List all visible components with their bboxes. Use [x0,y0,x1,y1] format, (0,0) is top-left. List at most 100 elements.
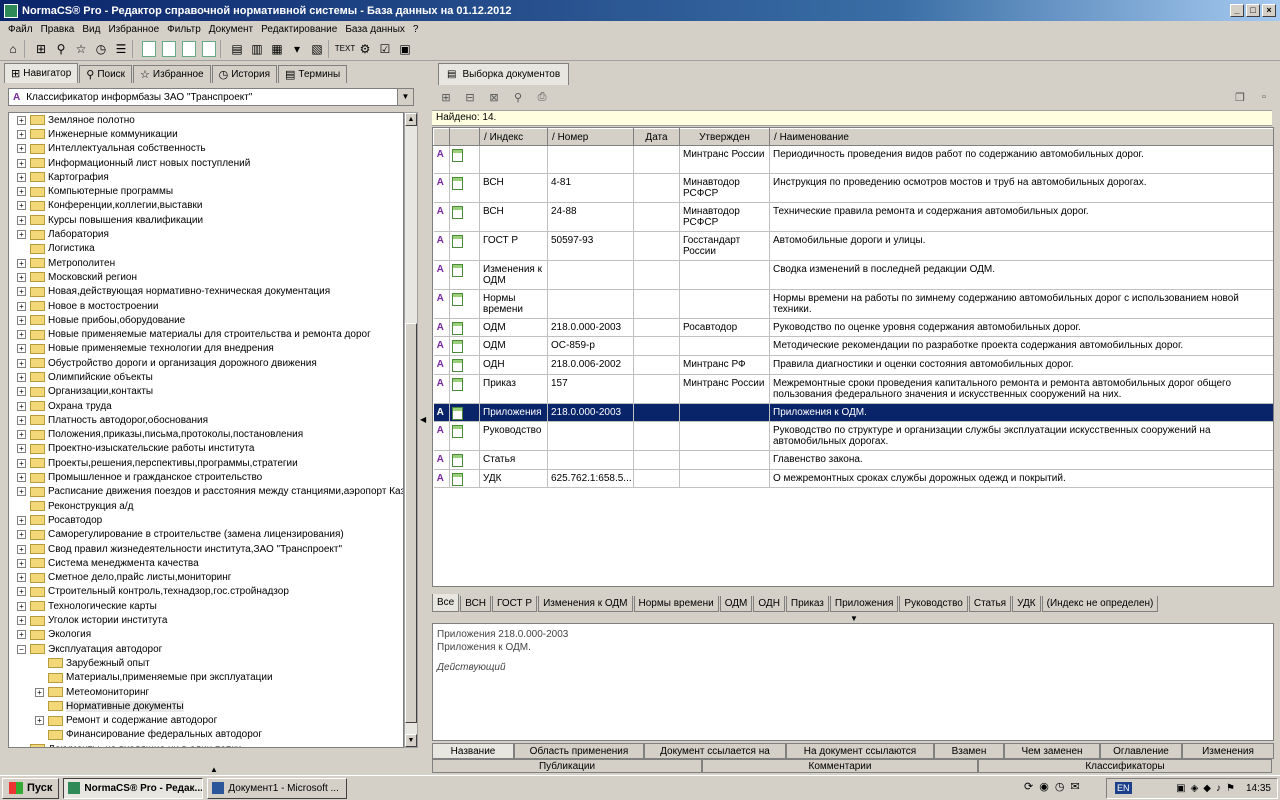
minimize-button[interactable]: _ [1230,4,1244,17]
collapse-up-icon[interactable]: ▲ [210,765,218,774]
tree-item[interactable]: + Строительный контроль,технадзор,гос.стр… [9,585,403,599]
expand-icon[interactable]: + [17,129,26,139]
filter-tab[interactable]: (Индекс не определен) [1041,596,1159,612]
expand-icon[interactable]: + [17,330,26,340]
tree-item[interactable]: + Технологические карты [9,599,403,613]
expand-icon[interactable]: + [17,344,26,354]
tree-item[interactable]: + Картография [9,170,403,184]
tree-item[interactable]: + Инженерные коммуникации [9,127,403,141]
menu-favorites[interactable]: Избранное [104,24,163,35]
expand-icon[interactable]: + [17,358,26,368]
tree-scrollbar[interactable]: ▲ ▼ [404,112,418,748]
column-header-date[interactable]: Дата [633,128,680,146]
collapse-left-icon[interactable]: ◀ [420,415,426,424]
refresh-icon[interactable]: ⟳ [1024,780,1033,793]
tree-item[interactable]: + Новые применяемые материалы для строите… [9,327,403,341]
column-header-type[interactable] [433,128,450,146]
tree-item[interactable]: + Новые прибоы,оборудование [9,313,403,327]
tree-item[interactable]: Зарубежный опыт [9,656,403,670]
tree-item[interactable]: + Новые применяемые технологии для внедре… [9,342,403,356]
expand-icon[interactable]: + [17,287,26,297]
expand-icon[interactable]: + [17,115,26,125]
expand-icon[interactable]: + [17,630,26,640]
expand-icon[interactable]: + [17,473,26,483]
tree-item[interactable]: + Метрополитен [9,256,403,270]
pages-icon[interactable]: ▥ [248,40,266,58]
print-icon[interactable]: ⎙ [534,91,550,105]
tree-item[interactable]: + Саморегулирование в строительстве (заме… [9,528,403,542]
expand-icon[interactable]: + [17,172,26,182]
filter-tab[interactable]: Приложения [829,596,899,612]
tree-item[interactable]: + Промышленное и гражданское строительств… [9,470,403,484]
expand-icon[interactable]: + [17,487,26,497]
tree-item[interactable]: + Информационный лист новых поступлений [9,156,403,170]
page-icon[interactable]: ▤ [228,40,246,58]
tray-app-icon[interactable]: ▣ [1176,783,1185,794]
tree-item[interactable]: + Земляное полотно [9,113,403,127]
tree-item[interactable]: + Олимпийские объекты [9,370,403,384]
home-icon[interactable]: ⌂ [4,40,22,58]
expand-icon[interactable]: + [17,458,26,468]
table-row[interactable]: A Приказ 157 Минтранс России Межремонтные ср… [433,374,1273,404]
tree-item[interactable]: Нормативные документы [9,699,403,713]
column-header-icon[interactable] [449,128,480,146]
column-header-number[interactable]: / Номер [547,128,634,146]
filter-tab[interactable]: Изменения к ОДМ [538,596,633,612]
expand-icon[interactable]: + [17,558,26,568]
menu-database[interactable]: База данных [341,24,409,35]
table-row[interactable]: A Изменения к ОДМ Сводка изменений в после… [433,260,1273,290]
window-restore-icon[interactable]: ❐ [1232,91,1248,105]
grid-icon[interactable]: ▣ [396,40,414,58]
chevron-down-icon[interactable]: ▼ [397,89,413,105]
expand-icon[interactable]: + [17,601,26,611]
expand-icon[interactable]: + [17,401,26,411]
tree-item[interactable]: Финансирование федеральных автодорог [9,728,403,742]
expand-icon[interactable]: + [17,315,26,325]
close-button[interactable]: × [1262,4,1276,17]
filter-tab[interactable]: ГОСТ Р [492,596,538,612]
tab-history[interactable]: ◷ История [211,65,277,83]
browser-icon[interactable]: ◉ [1039,780,1049,793]
tree-item[interactable]: + Интеллектуальная собственность [9,142,403,156]
start-button[interactable]: Пуск [2,777,60,799]
tree-item[interactable]: + Уголок истории института [9,613,403,627]
expand-icon[interactable]: + [17,258,26,268]
detail-tab[interactable]: Оглавление [1100,743,1182,759]
expand-icon[interactable]: + [17,415,26,425]
tab-document-selection[interactable]: ▤ Выборка документов [438,63,570,85]
zoom-icon[interactable]: ⚲ [510,91,526,105]
filter-tab[interactable]: Руководство [899,596,968,612]
tree-item[interactable]: + Экология [9,628,403,642]
clock-icon[interactable]: ◷ [92,40,110,58]
expand-icon[interactable]: + [35,687,44,697]
expand-icon[interactable]: + [35,716,44,726]
chevron-down-icon[interactable]: ▾ [288,40,306,58]
tree-item[interactable]: + Свод правил жизнедеятельности института… [9,542,403,556]
expand-icon[interactable]: + [17,230,26,240]
expand-icon[interactable]: + [17,587,26,597]
filter-tab[interactable]: Все [432,594,460,612]
tree-item[interactable]: + Проекты,решения,перспективы,программы,с… [9,456,403,470]
check-icon[interactable]: ☑ [376,40,394,58]
expand-icon[interactable]: + [17,272,26,282]
detail-tab[interactable]: Документ ссылается на [644,743,786,759]
column-header-index[interactable]: / Индекс [479,128,548,146]
column-header-name[interactable]: / Наименование [769,128,1273,146]
menu-filter[interactable]: Фильтр [163,24,205,35]
tree-item[interactable]: + Положения,приказы,письма,протоколы,пост… [9,428,403,442]
paste-icon[interactable]: ▧ [308,40,326,58]
expand-icon[interactable]: + [17,387,26,397]
expand-icon[interactable]: + [17,515,26,525]
filter-tab[interactable]: УДК [1012,596,1041,612]
tree-item[interactable]: + Расписание движения поездов и расстояни… [9,485,403,499]
document-add-icon[interactable] [162,40,176,57]
expand-icon[interactable]: + [17,573,26,583]
document-delete-icon[interactable] [202,40,216,57]
table-row[interactable]: A ОДН 218.0.006-2002 Минтранс РФ Правила диа… [433,355,1273,375]
detail-tab[interactable]: Взамен [934,743,1004,759]
select-all-icon[interactable]: ⊟ [462,91,478,105]
tree-item[interactable]: + Ремонт и содержание автодорог [9,713,403,727]
detail-tab[interactable]: Название [432,743,514,759]
tree-item[interactable]: + Метеомониторинг [9,685,403,699]
menu-help[interactable]: ? [409,24,423,35]
